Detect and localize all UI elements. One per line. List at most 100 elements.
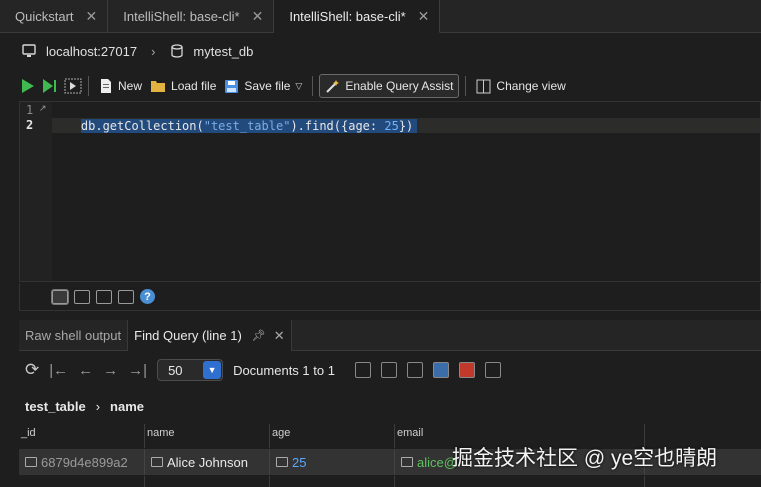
fold-icon[interactable]: ↗ <box>39 103 47 114</box>
magic-wand-icon <box>326 79 340 93</box>
tab-label: Quickstart <box>15 9 74 24</box>
tab-find-query[interactable]: Find Query (line 1) 📌︎ ✕ <box>128 320 292 351</box>
chart-icon[interactable] <box>432 362 449 378</box>
json-view-icon[interactable] <box>96 289 112 304</box>
change-view-label: Change view <box>496 79 566 93</box>
tab-quickstart[interactable]: Quickstart ✕ <box>0 0 109 33</box>
clone-document-icon[interactable] <box>380 362 397 378</box>
divider <box>312 76 314 96</box>
cell-value: 25 <box>292 454 307 470</box>
run-icon[interactable] <box>20 78 36 94</box>
page-size-select[interactable]: 50 ▼ <box>157 359 224 381</box>
folder-icon <box>151 81 166 92</box>
tab-intellishell-1[interactable]: IntelliShell: base-cli* ✕ <box>108 0 275 33</box>
delete-document-icon[interactable] <box>458 362 475 378</box>
tab-label: Raw shell output <box>25 328 122 343</box>
column-header-id[interactable]: _id <box>19 424 145 448</box>
string-type-icon <box>151 457 163 467</box>
assist-label: Enable Query Assist <box>345 79 454 93</box>
tree-view-icon[interactable] <box>51 288 69 305</box>
tab-raw-shell-output[interactable]: Raw shell output <box>19 320 129 351</box>
cell-age[interactable]: 25 <box>270 449 395 475</box>
line-number: 2 <box>26 118 34 132</box>
page-size-value: 50 <box>168 362 183 378</box>
chevron-down-icon: ▼ <box>203 361 222 379</box>
tab-bar: Quickstart ✕ IntelliShell: base-cli* ✕ I… <box>0 0 761 33</box>
code-token: }) <box>398 119 414 133</box>
close-icon[interactable]: ✕ <box>86 8 98 25</box>
result-breadcrumb: test_table › name <box>25 396 144 416</box>
results-toolbar: ⟳ |← ← → →| 50 ▼ Documents 1 to 1 <box>19 354 761 386</box>
code-number: 25 <box>384 119 399 133</box>
save-icon <box>225 79 239 93</box>
database-icon <box>171 44 184 58</box>
chevron-down-icon[interactable]: ▽ <box>295 81 302 92</box>
edit-document-icon[interactable] <box>406 362 423 378</box>
line-number-gutter <box>20 102 52 281</box>
divider <box>88 76 89 96</box>
line-number: 1 <box>26 103 34 117</box>
text-view-icon[interactable] <box>118 289 134 304</box>
tab-label: IntelliShell: base-cli* <box>123 9 240 24</box>
tab-intellishell-2[interactable]: IntelliShell: base-cli* ✕ <box>274 0 441 33</box>
cell-value: alice@ <box>417 454 457 470</box>
tab-label: Find Query (line 1) <box>134 328 242 343</box>
field-label[interactable]: name <box>110 399 144 414</box>
code-token: db.getCollection( <box>80 119 204 133</box>
load-file-button[interactable]: Load file <box>146 74 220 98</box>
layout-icon <box>476 79 491 93</box>
code-string: "test_table" <box>203 119 291 133</box>
editor-footer: ? <box>19 283 761 311</box>
cell-value: Alice Johnson <box>167 454 248 470</box>
first-page-icon[interactable]: |← <box>49 362 68 379</box>
chevron-right-icon: › <box>151 43 156 59</box>
column-header-name[interactable]: name <box>145 424 270 448</box>
new-label: New <box>118 79 143 93</box>
documents-count: Documents 1 to 1 <box>233 362 335 378</box>
refresh-icon[interactable]: ⟳ <box>25 360 39 380</box>
close-icon[interactable]: ✕ <box>418 8 430 25</box>
connection-breadcrumb: localhost:27017 › mytest_db <box>0 34 761 68</box>
server-icon <box>22 44 36 57</box>
add-document-icon[interactable] <box>354 362 371 378</box>
chevron-right-icon: › <box>95 398 101 414</box>
previous-page-icon[interactable]: ← <box>78 362 93 379</box>
new-button[interactable]: New <box>95 74 146 98</box>
table-view-icon[interactable] <box>74 289 90 304</box>
result-tabs: Raw shell output Find Query (line 1) 📌︎ … <box>19 320 761 351</box>
run-selection-icon[interactable] <box>64 78 82 94</box>
id-type-icon <box>25 457 37 467</box>
selected-code: db.getCollection("test_table").find({age… <box>80 119 418 133</box>
inspect-icon[interactable] <box>484 362 501 378</box>
table-empty-area <box>19 476 761 487</box>
editor-toolbar: New Load file Save file ▽ Enable Query A… <box>0 72 761 100</box>
next-page-icon[interactable]: → <box>103 362 118 379</box>
cell-name[interactable]: Alice Johnson <box>145 449 270 475</box>
code-line-1: db.getCollection("test_table").find({age… <box>52 102 418 133</box>
run-line-icon[interactable] <box>41 78 59 94</box>
column-header-age[interactable]: age <box>270 424 395 448</box>
close-icon[interactable]: ✕ <box>252 8 264 25</box>
cell-value: 6879d4e899a2 <box>41 454 128 470</box>
divider <box>465 76 467 96</box>
tab-label: IntelliShell: base-cli* <box>289 8 406 24</box>
host-label[interactable]: localhost:27017 <box>46 44 137 59</box>
new-file-icon <box>101 79 111 93</box>
close-icon[interactable]: ✕ <box>274 328 285 344</box>
number-type-icon <box>276 457 288 467</box>
enable-query-assist-button[interactable]: Enable Query Assist <box>319 74 460 98</box>
save-file-button[interactable]: Save file ▽ <box>220 74 306 98</box>
cell-id[interactable]: 6879d4e899a2 <box>19 449 145 475</box>
last-page-icon[interactable]: →| <box>128 362 147 379</box>
help-icon[interactable]: ? <box>140 289 155 304</box>
query-editor[interactable]: 1 ↗ 2 db.getCollection("test_table").fin… <box>19 101 761 282</box>
load-file-label: Load file <box>171 79 217 93</box>
code-token: ).find({age: <box>290 119 385 133</box>
string-type-icon <box>401 457 413 467</box>
pin-icon[interactable]: 📌︎ <box>252 329 266 342</box>
database-label[interactable]: mytest_db <box>193 44 253 59</box>
save-file-label: Save file <box>244 79 291 93</box>
watermark: 掘金技术社区 @ ye空也晴朗 <box>452 447 718 470</box>
collection-label[interactable]: test_table <box>25 399 86 414</box>
change-view-button[interactable]: Change view <box>472 74 569 98</box>
